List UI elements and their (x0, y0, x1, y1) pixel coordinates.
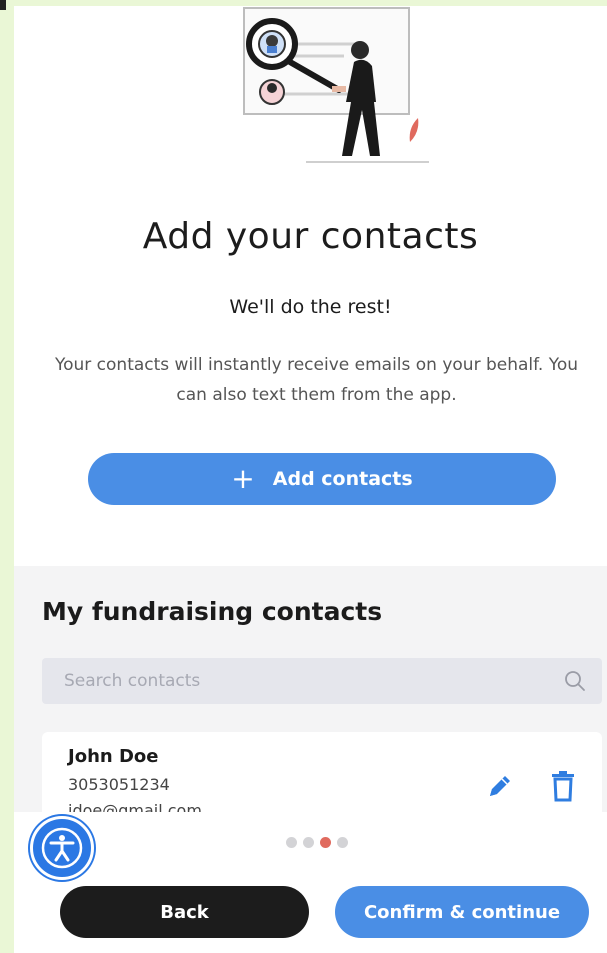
page-dot-3-active (320, 837, 331, 848)
accessibility-icon (41, 827, 83, 869)
page-dot-1 (286, 837, 297, 848)
page-description: Your contacts will instantly receive ema… (54, 355, 578, 405)
pagination-dots (286, 837, 348, 848)
plus-icon: + (231, 462, 255, 495)
bottom-action-bar: Back Confirm & continue (14, 812, 607, 953)
page-title: Add your contacts (142, 216, 479, 257)
contacts-section-title: My fundraising contacts (42, 597, 383, 626)
accessibility-button[interactable] (30, 816, 94, 880)
contact-phone: 3053051234 (68, 775, 170, 794)
window-corner-mark (0, 0, 6, 10)
search-icon[interactable] (564, 670, 586, 692)
search-input[interactable] (42, 658, 602, 704)
add-contacts-button[interactable]: + Add contacts (88, 453, 556, 505)
edit-icon[interactable] (485, 771, 515, 801)
app-screen: Add your contacts We'll do the rest! You… (14, 6, 607, 953)
confirm-continue-button[interactable]: Confirm & continue (335, 886, 589, 938)
add-contacts-label: Add contacts (272, 468, 413, 490)
contacts-search-illustration (243, 7, 429, 163)
page-dot-4 (337, 837, 348, 848)
back-button[interactable]: Back (60, 886, 309, 938)
contact-name: John Doe (68, 746, 159, 767)
trash-icon[interactable] (550, 770, 576, 802)
page-subtitle: We'll do the rest! (229, 296, 392, 318)
search-box (42, 658, 602, 704)
page-dot-2 (303, 837, 314, 848)
